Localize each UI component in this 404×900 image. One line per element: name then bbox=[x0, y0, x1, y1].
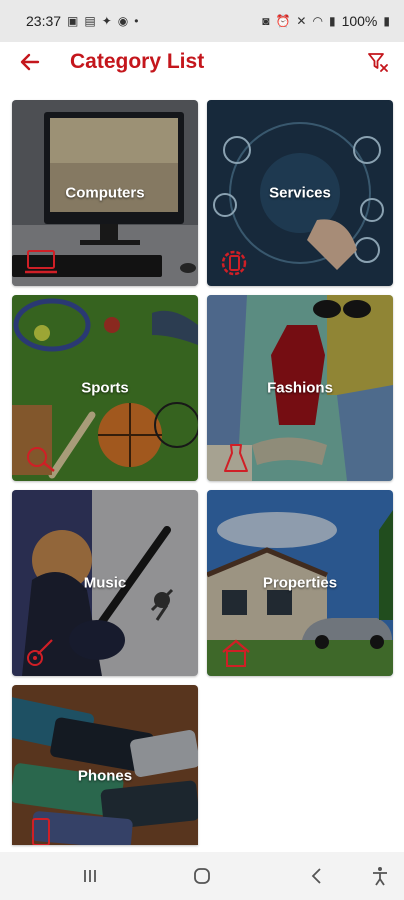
category-label: Phones bbox=[77, 767, 133, 785]
signal-icon: ▮ bbox=[328, 14, 336, 28]
battery-icon: ▮ bbox=[383, 14, 390, 28]
alarm-icon: ⏰ bbox=[275, 14, 291, 28]
category-tile-services[interactable]: Services bbox=[207, 100, 393, 286]
category-label: Computers bbox=[65, 184, 145, 202]
category-label: Properties bbox=[262, 574, 338, 592]
book-notification-icon: ▤ bbox=[84, 14, 96, 28]
more-notifications-icon: • bbox=[134, 14, 139, 28]
recents-button[interactable] bbox=[78, 864, 102, 888]
status-time: 23:37 bbox=[26, 13, 62, 29]
category-tile-fashions[interactable]: Fashions bbox=[207, 295, 393, 481]
category-tile-sports[interactable]: Sports bbox=[12, 295, 198, 481]
arrow-left-icon bbox=[20, 53, 40, 71]
mute-icon: ✕ bbox=[296, 14, 307, 28]
back-button[interactable] bbox=[18, 50, 42, 74]
dress-icon bbox=[224, 444, 248, 472]
home-icon bbox=[194, 868, 210, 884]
app-bar: Category List bbox=[0, 42, 404, 82]
battery-level: 100% bbox=[341, 13, 378, 29]
page-title: Category List bbox=[70, 50, 205, 73]
category-label: Music bbox=[83, 574, 127, 592]
back-icon bbox=[311, 868, 321, 884]
system-nav-bar bbox=[0, 852, 404, 900]
category-tile-music[interactable]: Music bbox=[12, 490, 198, 676]
wifi-icon: ◠ bbox=[312, 14, 323, 28]
category-tile-phones[interactable]: Phones bbox=[12, 685, 198, 845]
recents-icon bbox=[84, 870, 96, 882]
category-label: Sports bbox=[81, 379, 129, 397]
category-tile-properties[interactable]: Properties bbox=[207, 490, 393, 676]
clear-filter-button[interactable] bbox=[366, 50, 390, 74]
status-bar: 23:37 ▣ ▤ ✦ ◉ • ◙ ⏰ ✕ ◠ ▮ 100% ▮ bbox=[0, 0, 404, 42]
guitar-icon bbox=[27, 639, 53, 666]
home-button[interactable] bbox=[190, 864, 214, 888]
camera-icon: ◙ bbox=[262, 14, 270, 28]
category-label: Services bbox=[269, 184, 331, 202]
twitter-notification-icon: ✦ bbox=[101, 14, 112, 28]
filter-clear-icon bbox=[368, 53, 388, 72]
house-icon bbox=[222, 639, 250, 667]
system-back-button[interactable] bbox=[305, 864, 329, 888]
whatsapp-notification-icon: ◉ bbox=[117, 14, 129, 28]
sports-icon bbox=[27, 447, 55, 472]
gear-phone-icon bbox=[221, 250, 247, 276]
category-tile-computers[interactable]: Computers bbox=[12, 100, 198, 286]
gallery-notification-icon: ▣ bbox=[67, 14, 79, 28]
laptop-icon bbox=[25, 250, 57, 274]
category-label: Fashions bbox=[267, 379, 333, 397]
accessibility-button[interactable] bbox=[368, 864, 392, 888]
accessibility-icon bbox=[373, 867, 387, 886]
phone-icon bbox=[32, 818, 50, 845]
